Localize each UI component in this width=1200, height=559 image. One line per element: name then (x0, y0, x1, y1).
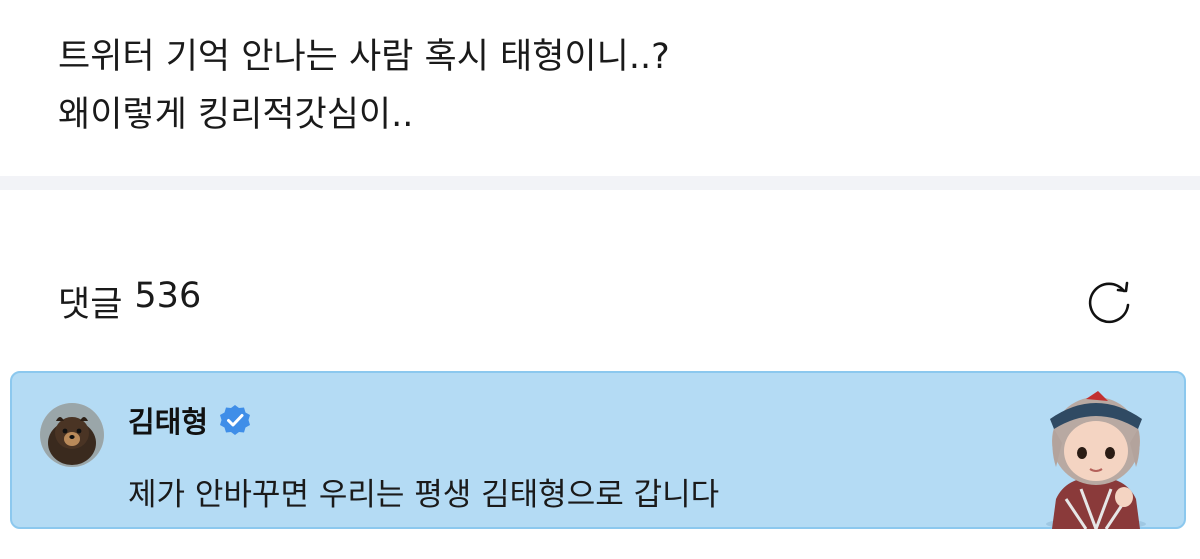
verified-badge-icon (220, 405, 251, 435)
comments-count: 536 (134, 275, 202, 316)
comment-text: 제가 안바꾸면 우리는 평생 김태형으로 갑니다 (128, 477, 720, 513)
comments-title: 댓글 536 (58, 276, 201, 327)
avatar[interactable] (40, 403, 104, 467)
section-divider (0, 176, 1200, 190)
author-row: 김태형 (128, 399, 252, 441)
post-body: 트위터 기억 안나는 사람 혹시 태형이니..? 왜이렇게 킹리적갓심이.. (58, 28, 1160, 144)
character-sticker-image (1046, 391, 1146, 529)
refresh-button[interactable] (1084, 275, 1136, 327)
pinned-comment-card[interactable]: 김태형 제가 안바꾸면 우리는 평생 김태형으로 갑니다 (10, 371, 1186, 529)
comments-label: 댓글 (58, 284, 123, 325)
author-name[interactable]: 김태형 (128, 399, 208, 441)
refresh-icon (1088, 281, 1130, 324)
avatar-dog-photo (40, 403, 104, 467)
comments-header: 댓글 536 (58, 275, 1136, 327)
post-text-line-2: 왜이렇게 킹리적갓심이.. (58, 95, 414, 135)
post-text-line-1: 트위터 기억 안나는 사람 혹시 태형이니..? (58, 37, 670, 77)
